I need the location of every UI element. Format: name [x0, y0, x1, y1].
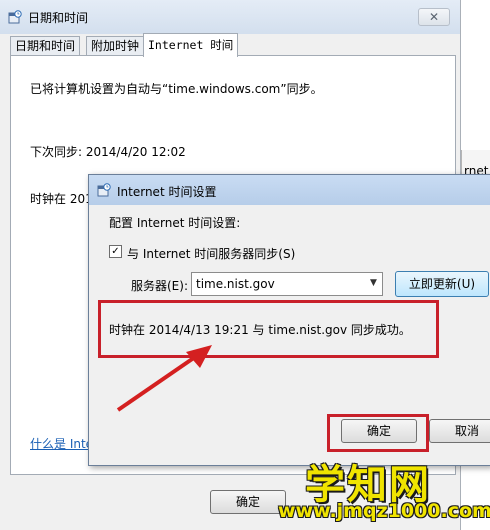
watermark-url: www.jmqz1000.com: [278, 500, 490, 522]
red-arrow-annotation: [116, 345, 212, 412]
tab-internet-time[interactable]: Internet 时间: [143, 33, 239, 57]
